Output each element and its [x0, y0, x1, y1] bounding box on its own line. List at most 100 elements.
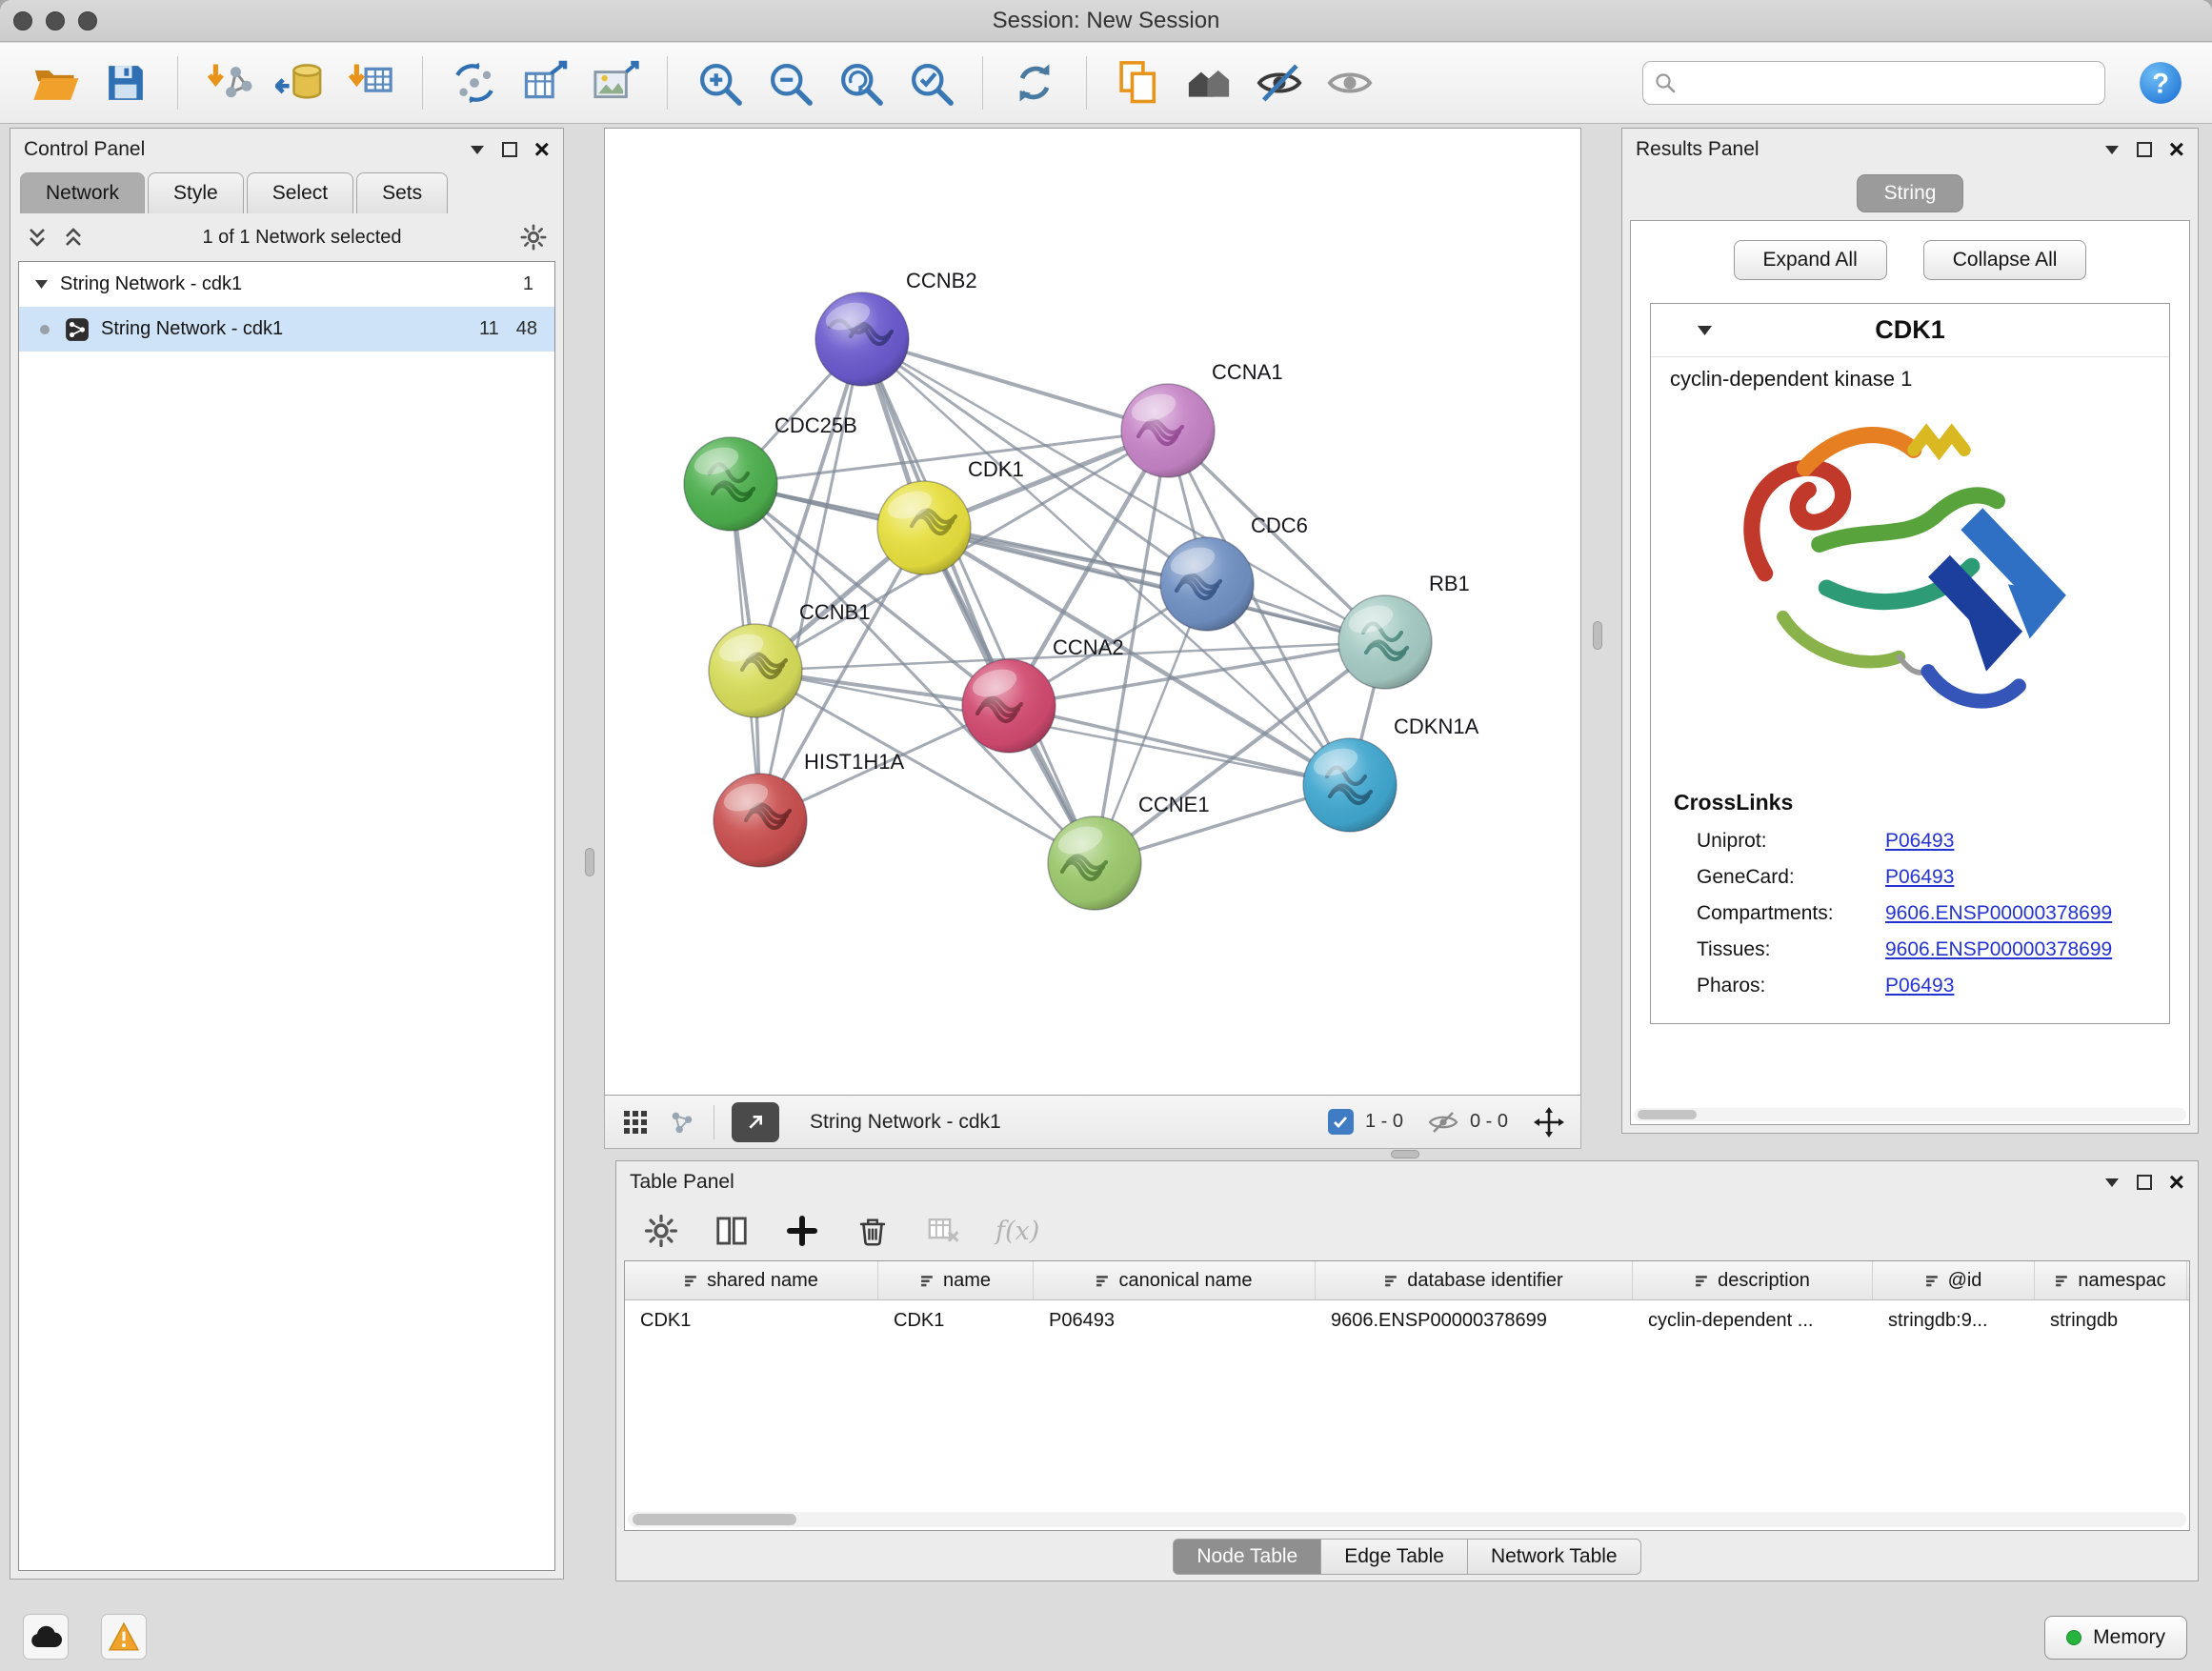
import-table-button[interactable]: [342, 54, 399, 111]
close-panel-icon[interactable]: ×: [2169, 1169, 2184, 1196]
hide-selected-button[interactable]: [1251, 54, 1308, 111]
tab-style[interactable]: Style: [148, 172, 244, 213]
protein-structure-image: [1710, 399, 2110, 780]
uniprot-link[interactable]: P06493: [1885, 830, 2169, 853]
column-header[interactable]: name: [878, 1261, 1034, 1299]
right-splitter-handle[interactable]: [1593, 621, 1602, 650]
network-canvas[interactable]: CCNB2CCNA1CDC25BCDK1CDC6RB1CCNB1CCNA2CDK…: [604, 128, 1581, 1096]
bottom-splitter-handle[interactable]: [1391, 1150, 1419, 1158]
birdseye-view-button[interactable]: [732, 1102, 779, 1142]
scrollbar-thumb[interactable]: [633, 1514, 796, 1525]
tab-string[interactable]: String: [1857, 174, 1964, 212]
network-node-CCNB1[interactable]: [709, 624, 802, 717]
add-column-icon[interactable]: [784, 1213, 820, 1249]
gear-icon[interactable]: [519, 223, 548, 252]
table-horizontal-scrollbar[interactable]: [628, 1512, 2186, 1527]
collapse-all-button[interactable]: Collapse All: [1923, 240, 2087, 280]
tab-network[interactable]: Network: [20, 172, 145, 213]
clone-network-button[interactable]: [1110, 54, 1167, 111]
warnings-button[interactable]: [101, 1614, 147, 1660]
export-image-button[interactable]: [587, 54, 644, 111]
zoom-fit-button[interactable]: [832, 54, 889, 111]
close-panel-icon[interactable]: ×: [534, 136, 550, 163]
network-edge[interactable]: [1009, 706, 1350, 785]
tab-node-table[interactable]: Node Table: [1173, 1539, 1321, 1575]
cloud-status-button[interactable]: [23, 1614, 69, 1660]
close-panel-icon[interactable]: ×: [2169, 136, 2184, 163]
open-session-button[interactable]: [27, 54, 84, 111]
pharos-link[interactable]: P06493: [1885, 975, 2169, 997]
show-columns-icon[interactable]: [714, 1213, 750, 1249]
tab-sets[interactable]: Sets: [356, 172, 448, 213]
collapse-all-icon[interactable]: [26, 226, 49, 249]
results-horizontal-scrollbar[interactable]: [1634, 1108, 2186, 1121]
network-edge[interactable]: [760, 339, 862, 820]
zoom-out-button[interactable]: [761, 54, 818, 111]
string-results-content: Expand All Collapse All CDK1 cyclin-depe…: [1630, 220, 2190, 1125]
column-header[interactable]: @id: [1873, 1261, 2035, 1299]
grid-view-icon[interactable]: [620, 1107, 651, 1137]
float-panel-icon[interactable]: [2137, 142, 2152, 157]
disclosure-triangle-icon[interactable]: [34, 279, 49, 290]
memory-button[interactable]: Memory: [2044, 1616, 2187, 1660]
show-all-button[interactable]: [1321, 54, 1378, 111]
save-session-button[interactable]: [97, 54, 154, 111]
column-header[interactable]: database identifier: [1316, 1261, 1633, 1299]
network-node-CCNA1[interactable]: [1121, 384, 1215, 477]
network-overview-icon[interactable]: [668, 1108, 696, 1137]
home-layout-button[interactable]: [1180, 54, 1237, 111]
left-splitter-handle[interactable]: [585, 848, 594, 876]
window-title: Session: New Session: [0, 8, 2212, 34]
export-network-button[interactable]: [446, 54, 503, 111]
tab-select[interactable]: Select: [247, 172, 353, 213]
tab-edge-table[interactable]: Edge Table: [1321, 1539, 1468, 1575]
zoom-selected-button[interactable]: [902, 54, 959, 111]
delete-column-icon[interactable]: [855, 1213, 891, 1249]
network-node-CDK1[interactable]: [877, 481, 971, 574]
help-button[interactable]: ?: [2136, 58, 2185, 108]
import-network-button[interactable]: [201, 54, 258, 111]
network-node-CCNE1[interactable]: [1048, 816, 1141, 910]
column-header[interactable]: namespac: [2035, 1261, 2187, 1299]
memory-label: Memory: [2093, 1626, 2165, 1649]
network-node-CDKN1A[interactable]: [1303, 738, 1397, 832]
external-arrow-icon: [743, 1110, 768, 1135]
panel-menu-icon[interactable]: [2104, 1177, 2120, 1188]
network-edge[interactable]: [924, 528, 1385, 642]
network-node-CCNB2[interactable]: [815, 292, 909, 386]
table-row[interactable]: CDK1 CDK1 P06493 9606.ENSP00000378699 cy…: [625, 1300, 2189, 1340]
network-node-HIST1H1A[interactable]: [714, 774, 807, 867]
network-node-RB1[interactable]: [1338, 595, 1432, 689]
zoom-in-button[interactable]: [691, 54, 748, 111]
search-input[interactable]: [1685, 72, 2093, 94]
panel-menu-icon[interactable]: [470, 144, 485, 155]
network-node-CDC25B[interactable]: [684, 437, 777, 531]
compartments-link[interactable]: 9606.ENSP00000378699: [1885, 902, 2169, 925]
network-row[interactable]: String Network - cdk1 11 48: [19, 307, 554, 352]
column-header[interactable]: shared name: [625, 1261, 878, 1299]
tab-network-table[interactable]: Network Table: [1468, 1539, 1641, 1575]
collapse-group-icon[interactable]: [1697, 325, 1713, 336]
network-node-CCNA2[interactable]: [962, 659, 1056, 753]
column-header[interactable]: canonical name: [1034, 1261, 1316, 1299]
network-edge[interactable]: [862, 339, 1095, 863]
gear-icon[interactable]: [643, 1213, 679, 1249]
pan-crosshair-icon[interactable]: [1533, 1106, 1565, 1138]
selected-checkbox-icon[interactable]: [1328, 1109, 1354, 1135]
expand-all-button[interactable]: Expand All: [1734, 240, 1887, 280]
crosslink-label: Pharos:: [1697, 975, 1885, 997]
network-edge[interactable]: [862, 339, 1168, 431]
export-table-button[interactable]: [516, 54, 573, 111]
float-panel-icon[interactable]: [502, 142, 517, 157]
refresh-view-button[interactable]: [1006, 54, 1063, 111]
float-panel-icon[interactable]: [2137, 1175, 2152, 1190]
hidden-eye-icon[interactable]: [1428, 1110, 1458, 1135]
expand-all-icon[interactable]: [62, 226, 85, 249]
column-header[interactable]: description: [1633, 1261, 1873, 1299]
network-collection-row[interactable]: String Network - cdk1 1: [19, 262, 554, 307]
tissues-link[interactable]: 9606.ENSP00000378699: [1885, 938, 2169, 961]
genecard-link[interactable]: P06493: [1885, 866, 2169, 889]
panel-menu-icon[interactable]: [2104, 144, 2120, 155]
network-node-CDC6[interactable]: [1160, 537, 1254, 631]
import-database-button[interactable]: [271, 54, 329, 111]
